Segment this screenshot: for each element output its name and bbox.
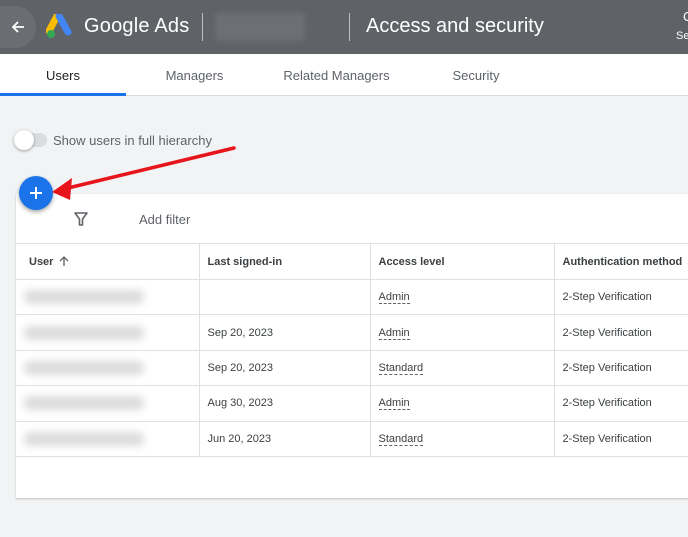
auth-method-cell: 2-Step Verification: [553, 314, 688, 351]
annotation-arrow-shaft: [66, 146, 236, 190]
last-signed-in-cell: [198, 278, 370, 316]
users-table-card: Add filter User Last signed-in Access le…: [16, 194, 688, 498]
table-row[interactable]: Admin 2-Step Verification: [16, 278, 688, 316]
header-right-text[interactable]: C: [683, 9, 688, 24]
tab-security[interactable]: Security: [410, 54, 542, 96]
column-header-user[interactable]: User: [16, 243, 199, 280]
top-app-bar: Google Ads Access and security C Se: [0, 0, 688, 54]
tab-managers[interactable]: Managers: [126, 54, 263, 96]
back-button[interactable]: [0, 6, 36, 48]
access-level-link[interactable]: Standard: [378, 432, 424, 446]
last-signed-in-cell: Jun 20, 2023: [198, 420, 370, 457]
table-header-row: User Last signed-in Access level Authent…: [16, 243, 688, 280]
header-divider: [202, 13, 203, 41]
access-level-link[interactable]: Standard: [378, 361, 424, 375]
last-signed-in-cell: Sep 20, 2023: [198, 349, 370, 387]
add-filter-button[interactable]: Add filter: [139, 212, 190, 227]
tab-users[interactable]: Users: [0, 54, 126, 96]
column-header-last-signed-in[interactable]: Last signed-in: [198, 243, 370, 280]
page-title: Access and security: [366, 15, 544, 37]
user-cell[interactable]: [16, 420, 199, 457]
column-header-authentication-method[interactable]: Authentication method: [553, 243, 688, 280]
auth-method-cell: 2-Step Verification: [553, 278, 688, 316]
account-name-redacted[interactable]: [215, 13, 305, 41]
tab-related-managers[interactable]: Related Managers: [263, 54, 410, 96]
table-row[interactable]: Jun 20, 2023 Standard 2-Step Verificatio…: [16, 420, 688, 457]
user-name-redacted: [24, 396, 144, 411]
add-user-button[interactable]: [19, 176, 53, 210]
arrow-left-icon: [11, 21, 24, 33]
user-name-redacted: [24, 290, 144, 305]
auth-method-cell: 2-Step Verification: [553, 420, 688, 457]
tab-label: Security: [452, 67, 500, 83]
user-cell[interactable]: [16, 349, 199, 387]
tab-bar: Users Managers Related Managers Security: [0, 54, 688, 96]
column-label: Access level: [378, 255, 445, 268]
table-row[interactable]: Sep 20, 2023 Admin 2-Step Verification: [16, 314, 688, 351]
plus-icon: [30, 187, 42, 199]
tab-label: Managers: [165, 67, 224, 83]
access-level-cell: Admin: [369, 314, 554, 351]
access-level-link[interactable]: Admin: [378, 326, 410, 340]
access-level-cell: Admin: [369, 278, 554, 316]
header-divider: [349, 13, 350, 41]
column-label: Last signed-in: [207, 255, 283, 268]
table-row[interactable]: Sep 20, 2023 Standard 2-Step Verificatio…: [16, 349, 688, 387]
last-signed-in-cell: Aug 30, 2023: [198, 385, 370, 422]
last-signed-in-cell: Sep 20, 2023: [198, 314, 370, 351]
access-level-link[interactable]: Admin: [378, 291, 410, 305]
column-header-access-level[interactable]: Access level: [369, 243, 554, 280]
user-name-redacted: [24, 431, 144, 446]
user-cell[interactable]: [16, 385, 199, 422]
users-table: User Last signed-in Access level Authent…: [16, 243, 688, 457]
access-level-link[interactable]: Admin: [378, 397, 410, 411]
access-level-cell: Standard: [369, 420, 554, 457]
auth-method-cell: 2-Step Verification: [553, 385, 688, 422]
access-level-cell: Standard: [369, 349, 554, 387]
brand-name: Google Ads: [84, 15, 190, 37]
active-tab-indicator: [0, 93, 126, 96]
header-right-subtext[interactable]: Se: [676, 30, 688, 42]
user-name-redacted: [24, 360, 144, 375]
tab-label: Users: [46, 67, 80, 83]
tab-label: Related Managers: [283, 67, 390, 83]
arrow-up-icon[interactable]: [59, 256, 69, 267]
hierarchy-toggle-knob[interactable]: [14, 130, 34, 150]
user-cell[interactable]: [16, 278, 199, 316]
filter-bar: Add filter: [16, 194, 688, 244]
hierarchy-toggle-label: Show users in full hierarchy: [53, 133, 212, 148]
user-name-redacted: [24, 325, 144, 340]
google-ads-logo-icon: [46, 14, 72, 38]
column-label: Authentication method: [562, 255, 683, 268]
auth-method-cell: 2-Step Verification: [553, 349, 688, 387]
filter-icon[interactable]: [73, 211, 89, 227]
column-label: User: [29, 255, 54, 268]
access-level-cell: Admin: [369, 385, 554, 422]
user-cell[interactable]: [16, 314, 199, 351]
table-row[interactable]: Aug 30, 2023 Admin 2-Step Verification: [16, 385, 688, 422]
